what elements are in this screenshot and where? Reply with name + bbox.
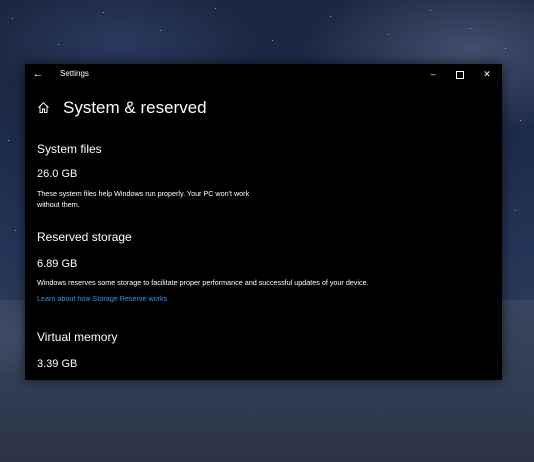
star — [505, 48, 506, 49]
system-files-description-line-1: These system files help Windows run prop… — [37, 189, 250, 198]
star — [520, 120, 521, 121]
star — [12, 18, 13, 19]
reserved-storage-size: 6.89 GB — [37, 258, 78, 270]
star — [215, 8, 216, 9]
virtual-memory-description-clipped — [37, 377, 187, 380]
window-title: Settings — [60, 69, 89, 78]
minimize-button[interactable]: – — [422, 66, 444, 82]
reserved-storage-heading: Reserved storage — [37, 230, 132, 244]
star — [103, 12, 104, 13]
maximize-icon — [456, 70, 464, 79]
star — [15, 230, 16, 231]
close-button[interactable]: ✕ — [476, 66, 498, 82]
arrow-left-icon: ← — [32, 68, 44, 80]
star — [272, 40, 273, 41]
system-files-size: 26.0 GB — [37, 168, 78, 180]
virtual-memory-heading: Virtual memory — [37, 330, 118, 344]
maximize-button[interactable] — [449, 66, 471, 82]
star — [58, 44, 59, 45]
star — [515, 210, 516, 211]
close-icon: ✕ — [483, 69, 491, 79]
home-icon[interactable] — [37, 101, 50, 114]
star — [430, 10, 431, 11]
star — [388, 34, 389, 35]
storage-reserve-link[interactable]: Learn about how Storage Reserve works — [37, 293, 167, 304]
settings-window: ← Settings – ✕ System & reserved System … — [25, 64, 502, 380]
system-files-description-line-2: without them. — [37, 200, 80, 209]
star — [160, 30, 161, 31]
system-files-description: These system files help Windows run prop… — [37, 188, 337, 210]
virtual-memory-size: 3.39 GB — [37, 358, 78, 370]
page-title: System & reserved — [63, 98, 207, 117]
reserved-storage-description: Windows reserves some storage to facilit… — [37, 278, 369, 287]
title-bar[interactable]: ← Settings – ✕ — [25, 64, 502, 84]
back-button[interactable]: ← — [31, 67, 45, 81]
system-files-heading: System files — [37, 142, 102, 156]
star — [470, 28, 471, 29]
star — [330, 16, 331, 17]
minimize-icon: – — [430, 69, 436, 79]
star — [8, 140, 9, 141]
